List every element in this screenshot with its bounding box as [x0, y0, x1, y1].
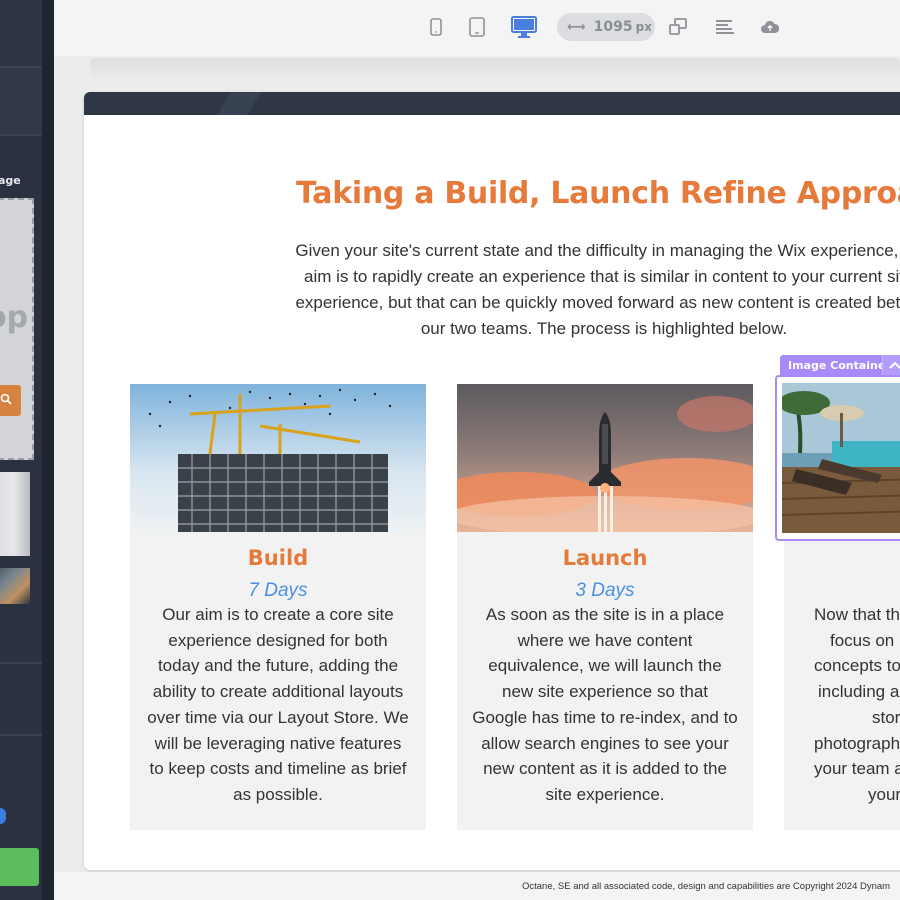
image-search-button[interactable] [0, 385, 21, 416]
card-title: Build [247, 546, 309, 570]
save-button[interactable] [0, 848, 39, 886]
editor-sidebar: age op [0, 0, 54, 900]
sidebar-divider [0, 734, 42, 736]
card-text-line: Now that th [814, 605, 900, 624]
desktop-icon[interactable] [511, 14, 537, 40]
width-unit: px [635, 20, 652, 34]
page-canvas: Taking a Build, Launch Refine Approach G… [84, 92, 900, 870]
card-text-line: to keep costs and timeline as brief [149, 759, 407, 779]
selected-image-container[interactable] [775, 375, 900, 541]
copyright-text: Octane, SE and all associated code, desi… [522, 881, 891, 892]
search-icon [0, 393, 12, 409]
card-text-line: As soon as the site is in a place [485, 605, 725, 624]
process-card-build[interactable]: Build 7 Days Our aim is to create a core… [130, 384, 426, 830]
card-text-line: site experience. [545, 784, 665, 804]
intro-line: our two teams. The process is highlighte… [420, 319, 788, 338]
card-text-line: equivalence, we will launch the [488, 656, 722, 676]
card-text-line: Our aim is to create a core site [162, 605, 394, 624]
intro-line: experience, but that can be quickly move… [295, 293, 900, 312]
card-text-line: your [868, 784, 900, 804]
editor-footer: Octane, SE and all associated code, desi… [54, 872, 900, 900]
page-header-bar [84, 92, 900, 115]
card-text-line: new site experience so that [501, 682, 708, 702]
toggle-indicator[interactable] [0, 808, 6, 824]
card-description: Now that th focus on concepts to includi… [784, 602, 900, 808]
card-description: As soon as the site is in a place where … [471, 602, 739, 808]
card-text-line: as possible. [233, 784, 323, 804]
card-text-line: experience designed for both [168, 630, 388, 650]
width-value: 1095 [593, 19, 633, 35]
card-text-line: ability to create additional layouts [152, 682, 404, 702]
sidebar-divider [0, 66, 42, 68]
card-text-line: where we have content [517, 630, 693, 650]
width-display[interactable]: ⟷ 1095 px [557, 13, 655, 41]
card-duration: 7 Days [248, 580, 308, 601]
card-text-line: including a [818, 682, 900, 702]
card-text-line: today and the future, adding the [157, 656, 399, 676]
resize-arrows-icon: ⟷ [567, 19, 586, 35]
card-text-line: photograph [814, 733, 900, 753]
card-text-line: concepts to [814, 656, 900, 676]
image-thumbnail[interactable] [0, 568, 30, 604]
card-text-line: Google has time to re-index, and to [472, 707, 738, 727]
duplicate-icon[interactable] [665, 14, 691, 40]
intro-line: Given your site's current state and the … [295, 241, 900, 260]
device-toolbar: ⟷ 1095 px [54, 0, 900, 56]
mobile-icon[interactable] [423, 14, 449, 40]
intro-paragraph[interactable]: Given your site's current state and the … [274, 238, 900, 342]
tablet-icon[interactable] [464, 14, 490, 40]
image-container-tag[interactable]: Image Container [780, 355, 899, 375]
rocket-launch-image[interactable] [457, 384, 753, 532]
card-text-line: allow search engines to see your [481, 733, 729, 753]
sidebar-divider [0, 134, 42, 136]
align-text-icon[interactable] [712, 14, 738, 40]
cloud-upload-icon[interactable] [757, 14, 783, 40]
sidebar-divider [0, 662, 42, 664]
process-card-launch[interactable]: Launch 3 Days As soon as the site is in … [457, 384, 753, 830]
sidebar-section-label: age [0, 174, 21, 187]
card-text-line: focus on [830, 630, 895, 650]
page-headline[interactable]: Taking a Build, Launch Refine Approach [296, 176, 900, 211]
card-description: Our aim is to create a core site experie… [144, 602, 412, 808]
card-text-line: your team a [814, 759, 900, 779]
intro-line: aim is to rapidly create an experience t… [304, 267, 900, 286]
sidebar-edge [42, 0, 54, 900]
card-title: Launch [562, 546, 648, 570]
card-duration: 3 Days [575, 580, 635, 601]
chevron-up-icon[interactable] [882, 355, 900, 375]
card-text-line: will be leveraging native features [154, 733, 402, 753]
drop-zone-text: op [0, 300, 29, 335]
card-text-line: over time via our Layout Store. We [147, 707, 409, 727]
card-text-line: new content as it is added to the [483, 759, 727, 779]
construction-image[interactable] [130, 384, 426, 532]
toolbar-shadow [90, 58, 900, 78]
card-text-line: stor [872, 707, 900, 727]
image-thumbnail[interactable] [0, 472, 30, 556]
